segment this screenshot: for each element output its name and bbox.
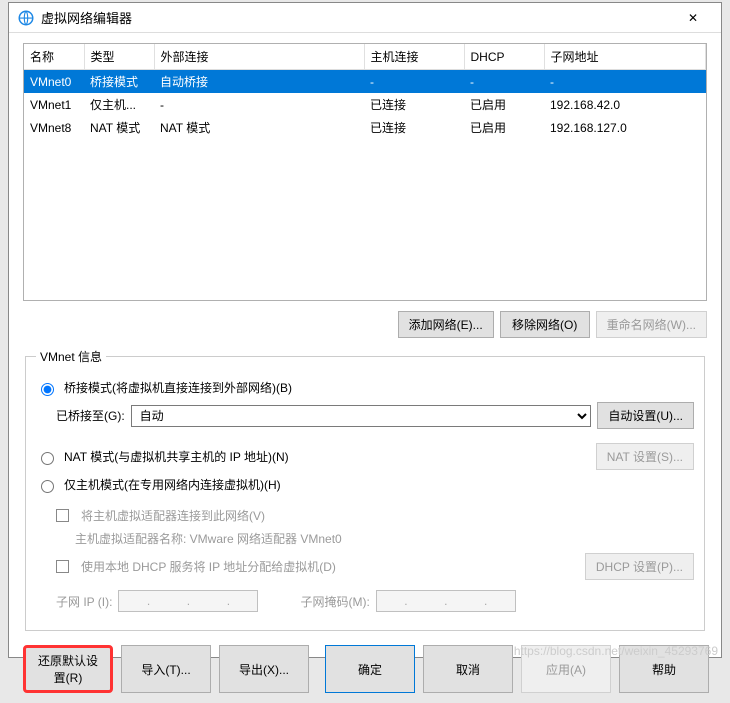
bridge-mode-row: 桥接模式(将虚拟机直接连接到外部网络)(B) — [36, 379, 694, 396]
table-header-row: 名称 类型 外部连接 主机连接 DHCP 子网地址 — [24, 44, 706, 70]
window-title: 虚拟网络编辑器 — [41, 8, 673, 27]
ok-button[interactable]: 确定 — [325, 645, 415, 693]
table-cell: VMnet8 — [24, 116, 84, 139]
titlebar: 虚拟网络编辑器 ✕ — [9, 3, 721, 33]
apply-button: 应用(A) — [521, 645, 611, 693]
close-button[interactable]: ✕ — [673, 4, 713, 32]
nat-label: NAT 模式(与虚拟机共享主机的 IP 地址)(N) — [64, 448, 289, 465]
table-cell: VMnet0 — [24, 70, 84, 94]
subnet-ip-label: 子网 IP (I): — [56, 593, 112, 610]
table-cell: - — [154, 93, 364, 116]
table-cell: - — [464, 70, 544, 94]
connect-host-label: 将主机虚拟适配器连接到此网络(V) — [81, 507, 265, 524]
bridge-radio[interactable] — [41, 383, 54, 396]
table-row[interactable]: VMnet0桥接模式自动桥接--- — [24, 70, 706, 94]
hostonly-label: 仅主机模式(在专用网络内连接虚拟机)(H) — [64, 476, 281, 493]
col-type[interactable]: 类型 — [84, 44, 154, 70]
export-button[interactable]: 导出(X)... — [219, 645, 309, 693]
network-table[interactable]: 名称 类型 外部连接 主机连接 DHCP 子网地址 VMnet0桥接模式自动桥接… — [24, 44, 706, 139]
table-cell: 已连接 — [364, 93, 464, 116]
connect-host-row: 将主机虚拟适配器连接到此网络(V) — [56, 507, 694, 524]
bottom-button-row: 还原默认设置(R) 导入(T)... 导出(X)... 确定 取消 应用(A) … — [23, 645, 707, 693]
table-cell: 自动桥接 — [154, 70, 364, 94]
use-dhcp-row: 使用本地 DHCP 服务将 IP 地址分配给虚拟机(D) DHCP 设置(P).… — [56, 553, 694, 580]
table-cell: 已启用 — [464, 93, 544, 116]
bridged-to-row: 已桥接至(G): 自动 自动设置(U)... — [56, 402, 694, 429]
table-cell: 192.168.42.0 — [544, 93, 706, 116]
rename-network-button: 重命名网络(W)... — [596, 311, 707, 338]
bridged-to-label: 已桥接至(G): — [56, 407, 125, 424]
hostonly-radio[interactable] — [41, 480, 54, 493]
cancel-button[interactable]: 取消 — [423, 645, 513, 693]
col-host[interactable]: 主机连接 — [364, 44, 464, 70]
nat-mode-row: NAT 模式(与虚拟机共享主机的 IP 地址)(N) NAT 设置(S)... — [36, 443, 694, 470]
vmnet-legend: VMnet 信息 — [36, 348, 106, 365]
dhcp-settings-button: DHCP 设置(P)... — [585, 553, 694, 580]
dialog-window: 虚拟网络编辑器 ✕ 名称 类型 外部连接 主机连接 DHCP 子网地址 VMne… — [8, 2, 722, 658]
app-icon — [17, 9, 35, 27]
table-cell: - — [364, 70, 464, 94]
connect-host-checkbox[interactable] — [56, 509, 69, 522]
table-cell: 已启用 — [464, 116, 544, 139]
table-cell: 192.168.127.0 — [544, 116, 706, 139]
add-network-button[interactable]: 添加网络(E)... — [398, 311, 494, 338]
vmnet-info-group: VMnet 信息 桥接模式(将虚拟机直接连接到外部网络)(B) 已桥接至(G):… — [25, 348, 705, 631]
remove-network-button[interactable]: 移除网络(O) — [500, 311, 590, 338]
subnet-row: 子网 IP (I): ... 子网掩码(M): ... — [56, 590, 694, 612]
restore-defaults-button[interactable]: 还原默认设置(R) — [23, 645, 113, 693]
bridged-to-select[interactable]: 自动 — [131, 405, 592, 427]
col-ext[interactable]: 外部连接 — [154, 44, 364, 70]
network-table-wrap: 名称 类型 外部连接 主机连接 DHCP 子网地址 VMnet0桥接模式自动桥接… — [23, 43, 707, 301]
col-dhcp[interactable]: DHCP — [464, 44, 544, 70]
table-cell: NAT 模式 — [84, 116, 154, 139]
close-icon: ✕ — [688, 11, 698, 25]
auto-settings-button[interactable]: 自动设置(U)... — [597, 402, 694, 429]
table-cell: 桥接模式 — [84, 70, 154, 94]
hostonly-mode-row: 仅主机模式(在专用网络内连接虚拟机)(H) — [36, 476, 694, 493]
use-dhcp-checkbox[interactable] — [56, 560, 69, 573]
adapter-name-row: 主机虚拟适配器名称: VMware 网络适配器 VMnet0 — [56, 530, 694, 547]
subnet-ip-field: ... — [118, 590, 258, 612]
table-cell: 仅主机... — [84, 93, 154, 116]
nat-settings-button: NAT 设置(S)... — [596, 443, 694, 470]
help-button[interactable]: 帮助 — [619, 645, 709, 693]
table-cell: NAT 模式 — [154, 116, 364, 139]
table-row[interactable]: VMnet8NAT 模式NAT 模式已连接已启用192.168.127.0 — [24, 116, 706, 139]
content-area: 名称 类型 外部连接 主机连接 DHCP 子网地址 VMnet0桥接模式自动桥接… — [9, 33, 721, 703]
subnet-mask-label: 子网掩码(M): — [300, 593, 369, 610]
col-subnet[interactable]: 子网地址 — [544, 44, 706, 70]
table-cell: VMnet1 — [24, 93, 84, 116]
table-row[interactable]: VMnet1仅主机...-已连接已启用192.168.42.0 — [24, 93, 706, 116]
table-cell: - — [544, 70, 706, 94]
import-button[interactable]: 导入(T)... — [121, 645, 211, 693]
nat-radio[interactable] — [41, 452, 54, 465]
use-dhcp-label: 使用本地 DHCP 服务将 IP 地址分配给虚拟机(D) — [81, 558, 336, 575]
network-action-buttons: 添加网络(E)... 移除网络(O) 重命名网络(W)... — [23, 311, 707, 338]
bridge-label: 桥接模式(将虚拟机直接连接到外部网络)(B) — [64, 379, 292, 396]
subnet-mask-field: ... — [376, 590, 516, 612]
table-cell: 已连接 — [364, 116, 464, 139]
adapter-name-text: 主机虚拟适配器名称: VMware 网络适配器 VMnet0 — [75, 530, 342, 547]
col-name[interactable]: 名称 — [24, 44, 84, 70]
